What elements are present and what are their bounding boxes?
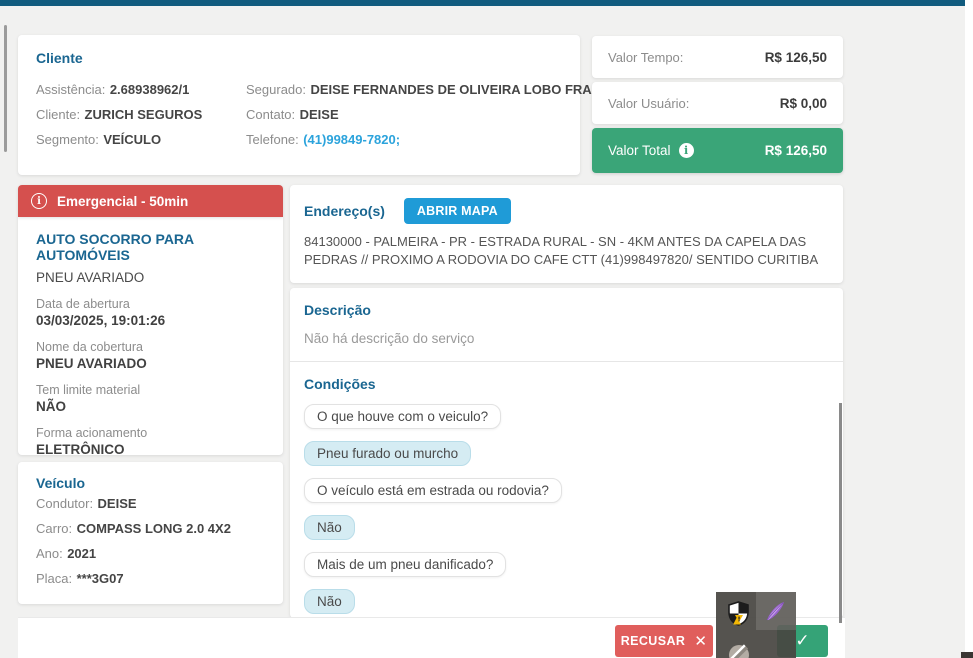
cliente-value: ZURICH SEGUROS — [84, 107, 203, 122]
condutor-value: DEISE — [97, 496, 137, 511]
info-circle-icon: i — [31, 193, 47, 209]
data-abertura-label: Data de abertura — [36, 297, 130, 311]
cobertura-label: Nome da cobertura — [36, 340, 144, 354]
system-tray-overlay — [716, 592, 796, 658]
valor-usuario-value: R$ 0,00 — [779, 95, 827, 111]
data-abertura-value: 03/03/2025, 19:01:26 — [36, 313, 166, 328]
condition-answer-bubble: Pneu furado ou murcho — [304, 441, 472, 466]
valor-tempo-label: Valor Tempo: — [608, 49, 684, 65]
assistencia-value: 2.68938962/1 — [109, 82, 190, 97]
address-title: Endereço(s) — [304, 203, 385, 219]
placa-label: Placa: — [36, 571, 73, 586]
ano-value: 2021 — [67, 546, 97, 561]
emergency-banner: i Emergencial - 50min — [18, 185, 283, 217]
emergency-label: Emergencial - 50min — [57, 193, 189, 209]
carro-value: COMPASS LONG 2.0 4X2 — [76, 521, 231, 536]
info-icon[interactable]: i — [678, 143, 694, 158]
conditions-scrollbar-thumb[interactable] — [839, 403, 842, 623]
forma-acionamento-label: Forma acionamento — [36, 426, 148, 440]
condition-question-bubble: Mais de um pneu danificado? — [304, 552, 507, 577]
cliente-card: Cliente Assistência: 2.68938962/1 Client… — [18, 35, 621, 175]
limite-material-value: NÃO — [36, 399, 66, 414]
service-assistance-screen: { "colors": { "topbar": "#115b7e", "titl… — [0, 0, 973, 658]
purple-feather-icon[interactable] — [764, 600, 787, 623]
security-shield-warning-icon[interactable] — [727, 601, 750, 626]
description-conditions-card: Descrição Não há descrição do serviço Co… — [290, 288, 843, 618]
condition-question-bubble: O que houve com o veiculo? — [304, 404, 502, 429]
cliente-col-1: Assistência: 2.68938962/1 Cliente: ZURIC… — [36, 77, 242, 152]
assistencia-label: Assistência: — [36, 82, 106, 97]
top-accent-bar — [0, 0, 965, 6]
cobertura-value: PNEU AVARIADO — [36, 356, 147, 371]
valor-total-label: Valor Total — [608, 143, 671, 158]
valor-tempo-value: R$ 126,50 — [764, 49, 827, 65]
condition-answer-bubble: Não — [304, 589, 355, 614]
recusar-button[interactable]: RECUSAR ✕ — [615, 625, 713, 657]
condutor-label: Condutor: — [36, 496, 94, 511]
telefone-link[interactable]: (41)99849-7820; — [303, 132, 400, 147]
address-text: 84130000 - PALMEIRA - PR - ESTRADA RURAL… — [304, 234, 819, 267]
placa-value: ***3G07 — [76, 571, 124, 586]
recusar-label: RECUSAR — [620, 634, 686, 648]
segurado-label: Segurado: — [246, 82, 306, 97]
valor-usuario-row: Valor Usuário: R$ 0,00 — [592, 82, 843, 124]
segmento-label: Segmento: — [36, 132, 99, 147]
checkmark-icon: ✓ — [795, 631, 810, 651]
description-empty-text: Não há descrição do serviço — [304, 331, 475, 346]
section-divider — [290, 361, 843, 362]
disabled-slashed-icon[interactable] — [727, 643, 751, 658]
cliente-label: Cliente: — [36, 107, 81, 122]
cliente-col-2: Segurado: DEISE FERNANDES DE OLIVEIRA LO… — [246, 77, 621, 152]
service-subtitle: PNEU AVARIADO — [36, 270, 145, 285]
condition-answer-bubble: Não — [304, 515, 355, 540]
right-edge-strip — [965, 0, 973, 658]
vehicle-card: Veículo Condutor: DEISE Carro: COMPASS L… — [18, 462, 283, 604]
contato-value: DEISE — [299, 107, 339, 122]
cliente-title: Cliente — [36, 50, 83, 66]
condition-question-bubble: O veículo está em estrada ou rodovia? — [304, 478, 562, 503]
service-title: AUTO SOCORRO PARA AUTOMÓVEIS — [36, 231, 194, 263]
conditions-title: Condições — [304, 376, 376, 392]
ano-label: Ano: — [36, 546, 63, 561]
address-card: Endereço(s) ABRIR MAPA 84130000 - PALMEI… — [290, 185, 843, 283]
service-card: AUTO SOCORRO PARA AUTOMÓVEIS PNEU AVARIA… — [18, 217, 283, 457]
forma-acionamento-value: ELETRÔNICO — [36, 442, 125, 457]
conditions-list: O que houve com o veiculo? Pneu furado o… — [304, 392, 829, 614]
description-title: Descrição — [304, 302, 371, 318]
open-map-button[interactable]: ABRIR MAPA — [403, 198, 511, 224]
telefone-label: Telefone: — [246, 132, 299, 147]
segurado-value: DEISE FERNANDES DE OLIVEIRA LOBO FRANCO — [310, 82, 621, 97]
contato-label: Contato: — [246, 107, 296, 122]
carro-label: Carro: — [36, 521, 73, 536]
limite-material-label: Tem limite material — [36, 383, 141, 397]
valor-total-row: Valor Total i R$ 126,50 — [592, 128, 843, 173]
vehicle-title: Veículo — [36, 475, 86, 491]
segmento-value: VEÍCULO — [103, 132, 162, 147]
cliente-fields: Assistência: 2.68938962/1 Cliente: ZURIC… — [36, 77, 621, 152]
close-x-icon: ✕ — [694, 632, 708, 650]
valor-total-value: R$ 126,50 — [764, 143, 827, 158]
valor-tempo-row: Valor Tempo: R$ 126,50 — [592, 36, 843, 78]
taskbar-corner-fragment — [961, 652, 973, 658]
valor-usuario-label: Valor Usuário: — [608, 95, 690, 111]
left-scrollbar-thumb[interactable] — [4, 25, 7, 152]
